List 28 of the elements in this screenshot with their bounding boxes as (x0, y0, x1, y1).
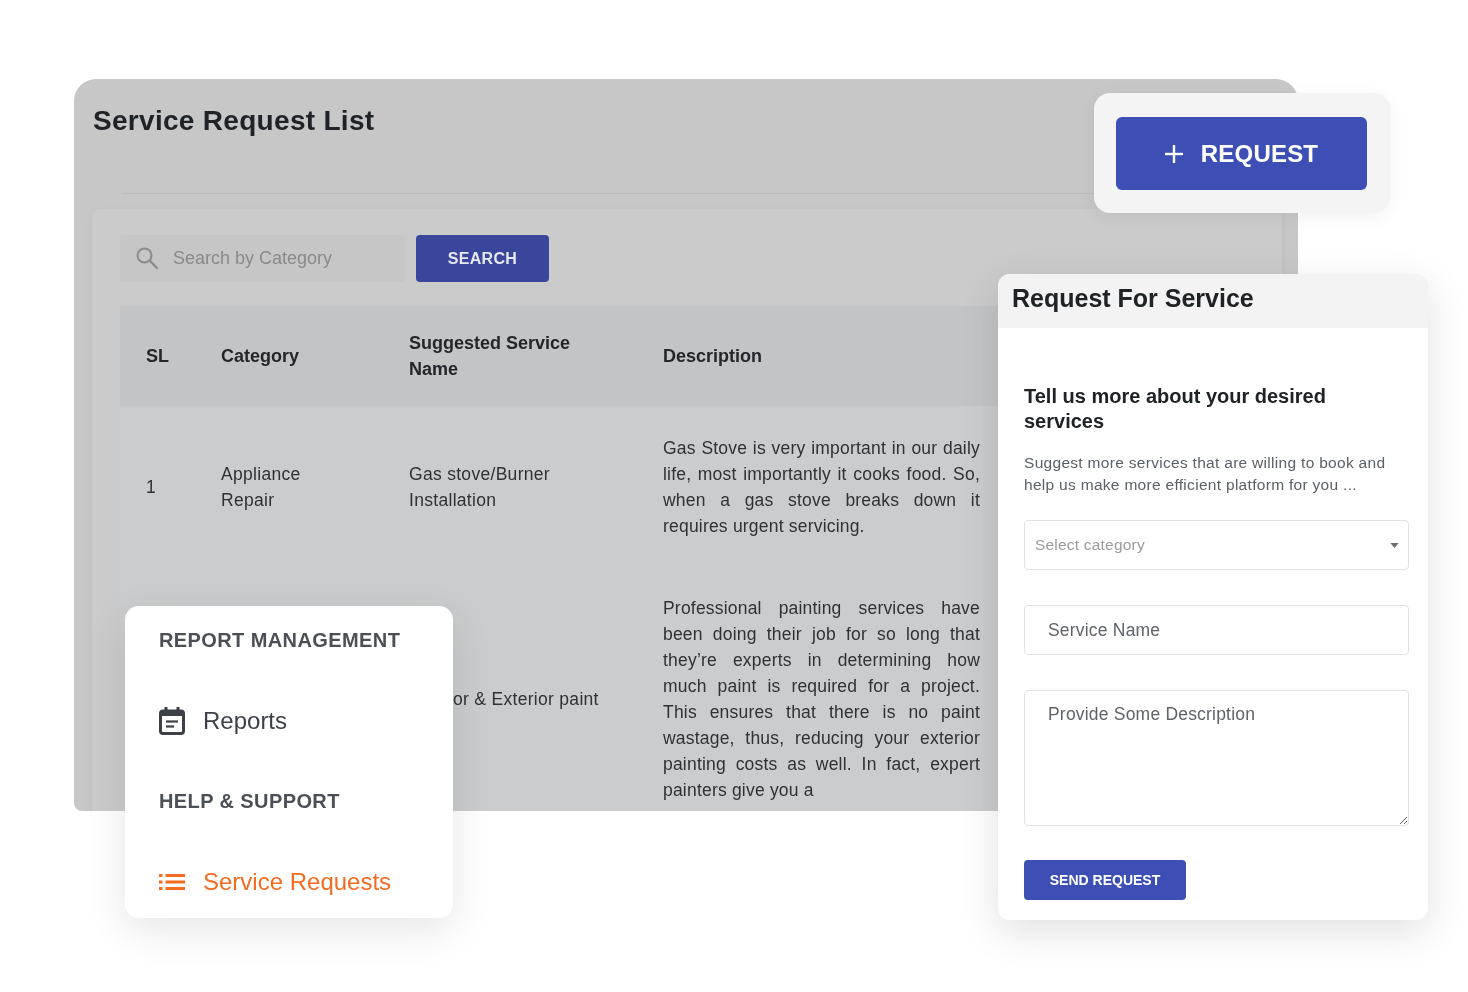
search-icon (135, 246, 159, 270)
table-cell-text: Professional painting services have been doing their job for so long that they’re experts in determining how much paint is required for a project. This ensures that there is no paint wastage, thus, reducing your exterior painting costs as well. In fact, expert painters give you a (663, 597, 980, 802)
plus-icon (1164, 144, 1183, 163)
column-header: Suggested Service Name (409, 332, 572, 381)
caret-icon (1390, 542, 1399, 548)
table-cell-text: 1 (146, 476, 157, 499)
table-cell-text: Gas Stove is very important in our daily life, most importantly it cooks food. So, when a gas stove breaks down it requires urgent servicing. (663, 437, 980, 538)
table-cell-text: Appliance Repair (221, 463, 302, 512)
send-request-button[interactable]: SEND REQUEST (1024, 860, 1186, 900)
form-heading: Tell us more about your desired services (1024, 384, 1327, 434)
list-icon (159, 873, 185, 891)
column-header: Category (221, 345, 300, 368)
section-heading: HELP & SUPPORT (159, 789, 340, 813)
search-button[interactable]: SEARCH (416, 235, 549, 282)
form-intro: Suggest more services that are willing to book and help us make more efficient platform for you ... (1024, 453, 1387, 495)
column-header: Description (663, 345, 763, 368)
table-cell-text: Gas stove/Burner Installation (409, 463, 551, 512)
sidebar-item[interactable]: Reports (159, 697, 288, 745)
column-header: SL (146, 345, 169, 368)
form-title: Request For Service (1012, 283, 1254, 313)
page-title: Service Request List (93, 104, 376, 138)
section-heading: REPORT MANAGEMENT (159, 628, 401, 652)
description-field[interactable]: Provide Some Description (1024, 690, 1409, 826)
calendar-icon (159, 707, 185, 735)
table-cell-text: or & Exterior paint (453, 688, 599, 711)
request-button[interactable]: REQUEST (1116, 117, 1367, 190)
service-name-field[interactable]: Service Name (1024, 605, 1409, 655)
search-field[interactable]: Search by Category (120, 235, 405, 282)
